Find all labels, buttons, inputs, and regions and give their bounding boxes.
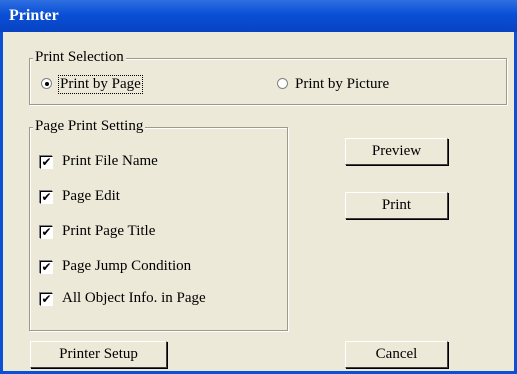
printer-dialog: Printer Print Selection Print by Page Pr… xyxy=(0,0,517,374)
checkbox-label: All Object Info. in Page xyxy=(62,290,206,306)
radio-label-print-by-picture: Print by Picture xyxy=(295,76,390,92)
window-frame-left xyxy=(0,32,3,374)
checkbox-label: Page Jump Condition xyxy=(62,258,192,274)
radio-circle xyxy=(277,78,288,89)
page-print-setting-legend: Page Print Setting xyxy=(33,118,146,135)
print-button[interactable]: Print xyxy=(345,192,448,219)
title-bar[interactable]: Printer xyxy=(0,0,517,32)
checkbox-label: Page Edit xyxy=(62,188,120,204)
radio-circle-selected xyxy=(41,78,52,89)
checkbox-label: Print File Name xyxy=(62,153,158,169)
checkbox-checked-icon: ✔ xyxy=(40,260,53,274)
preview-button[interactable]: Preview xyxy=(345,138,448,165)
printer-setup-button[interactable]: Printer Setup xyxy=(30,341,167,368)
checkbox-checked-icon: ✔ xyxy=(40,190,53,204)
print-selection-legend: Print Selection xyxy=(33,49,126,66)
checkbox-checked-icon: ✔ xyxy=(40,225,53,239)
checkbox-checked-icon: ✔ xyxy=(40,155,53,169)
checkbox-checked-icon: ✔ xyxy=(40,292,53,306)
checkbox-label: Print Page Title xyxy=(62,223,156,239)
window-title: Printer xyxy=(9,7,59,24)
radio-label-print-by-page: Print by Page xyxy=(58,75,143,94)
cancel-button[interactable]: Cancel xyxy=(345,341,448,368)
